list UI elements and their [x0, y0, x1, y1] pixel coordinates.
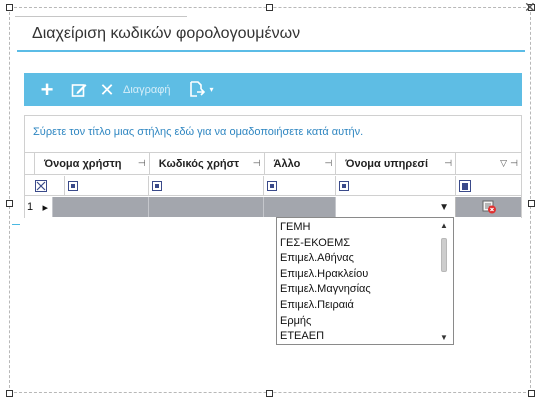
cell-actions[interactable]: [456, 197, 521, 217]
row-header[interactable]: 1 ▸: [25, 197, 53, 217]
pin-icon[interactable]: ⊣: [253, 158, 261, 169]
title-underline: [17, 50, 525, 52]
export-button[interactable]: ▾: [189, 81, 214, 98]
filter-row-selector[interactable]: [25, 176, 65, 195]
grid-toolbar: + ✕ Διαγραφή ▾: [24, 73, 522, 106]
cell-usercode[interactable]: [149, 197, 264, 217]
filter-operator-icon[interactable]: [152, 180, 162, 191]
filter-cell-service[interactable]: [336, 176, 456, 195]
current-row-indicator-icon: ▸: [42, 201, 48, 214]
list-item[interactable]: Επιμελ.Αθήνας: [280, 251, 371, 267]
pin-icon[interactable]: ⊣: [138, 158, 146, 169]
pin-icon[interactable]: ⊣: [444, 158, 452, 169]
list-item[interactable]: Ερμής: [280, 314, 371, 330]
filter-operator-icon[interactable]: [267, 180, 277, 191]
scrollbar-thumb[interactable]: [441, 238, 447, 272]
column-header-label: Κωδικός χρήστ: [158, 157, 240, 170]
resize-handle-bottom[interactable]: [266, 390, 273, 397]
resize-handle-top[interactable]: [266, 4, 273, 11]
list-item[interactable]: Επιμελ.Μαγνησίας: [280, 282, 371, 298]
filter-icon[interactable]: ▽: [500, 158, 507, 169]
cell-other[interactable]: [264, 197, 336, 217]
column-header-label: Όνομα χρήστη: [44, 157, 122, 170]
list-item[interactable]: Επιμελ.Πειραιά: [280, 298, 371, 314]
row-number: 1: [27, 201, 34, 213]
dropdown-scrollbar[interactable]: ▲ ▼: [436, 218, 453, 344]
pin-icon[interactable]: ⊣: [510, 158, 518, 169]
resize-handle-top-left[interactable]: [6, 4, 13, 11]
scroll-up-icon[interactable]: ▲: [440, 221, 448, 230]
scroll-down-icon[interactable]: ▼: [440, 333, 448, 342]
filter-cell-actions[interactable]: [456, 176, 521, 195]
filter-operator-icon[interactable]: [68, 180, 78, 191]
column-header-usercode[interactable]: Κωδικός χρήστ ⊣: [150, 153, 265, 174]
data-grid: Σύρετε τον τίτλο μιας στήλης εδώ για να …: [24, 115, 522, 218]
pin-icon[interactable]: ⊣: [325, 158, 333, 169]
column-header-other[interactable]: Άλλο ⊣: [265, 153, 337, 174]
resize-handle-bottom-right[interactable]: [528, 390, 535, 397]
column-header-username[interactable]: Όνομα χρήστη ⊣: [35, 153, 150, 174]
column-header-label: Άλλο: [273, 157, 301, 170]
filter-cell-username[interactable]: [65, 176, 149, 195]
page-title: Διαχείριση κωδικών φορολογουμένων: [32, 25, 301, 42]
side-marker: [12, 224, 20, 225]
column-header-label: Όνομα υπηρεσί: [345, 157, 428, 170]
cell-username[interactable]: [53, 197, 149, 217]
filter-cell-other[interactable]: [264, 176, 336, 195]
chevron-down-icon[interactable]: ▼: [439, 202, 449, 213]
filter-settings-icon: [459, 179, 471, 192]
clear-filter-icon: [35, 179, 47, 192]
close-icon[interactable]: ✕: [524, 0, 536, 16]
resize-handle-right[interactable]: [528, 200, 535, 207]
list-item[interactable]: ΓΕΜΗ: [280, 220, 371, 236]
list-item[interactable]: ΕΤΕΑΕΠ: [280, 329, 371, 345]
edit-icon[interactable]: [69, 82, 89, 98]
add-icon[interactable]: +: [37, 78, 57, 101]
table-row[interactable]: 1 ▸ ▼: [25, 197, 521, 217]
column-header-service[interactable]: Όνομα υπηρεσί ⊣: [336, 153, 457, 174]
service-dropdown-list[interactable]: ΓΕΜΗ ΓΕΣ-ΕΚΟΕΜΣ Επιμελ.Αθήνας Επιμελ.Ηρα…: [276, 217, 454, 345]
header-indicator: [25, 153, 35, 174]
delete-button-label[interactable]: Διαγραφή: [123, 84, 171, 96]
delete-row-icon: [482, 200, 496, 214]
service-select[interactable]: ▼: [336, 197, 456, 217]
list-item[interactable]: Επιμελ.Ηρακλείου: [280, 267, 371, 283]
filter-cell-usercode[interactable]: [149, 176, 264, 195]
filter-row: [25, 176, 521, 196]
delete-icon[interactable]: ✕: [97, 81, 117, 99]
list-item[interactable]: ΓΕΣ-ΕΚΟΕΜΣ: [280, 236, 371, 252]
column-header-actions[interactable]: ▽ ⊣: [456, 153, 521, 174]
filter-operator-icon[interactable]: [339, 180, 349, 191]
grid-header-row: Όνομα χρήστη ⊣ Κωδικός χρήστ ⊣ Άλλο ⊣ Όν…: [25, 152, 521, 175]
group-by-panel[interactable]: Σύρετε τον τίτλο μιας στήλης εδώ για να …: [33, 126, 363, 138]
tab-strip-line: [15, 16, 187, 17]
resize-handle-left[interactable]: [6, 200, 13, 207]
chevron-down-icon[interactable]: ▾: [210, 85, 214, 94]
export-icon: [189, 81, 205, 97]
resize-handle-bottom-left[interactable]: [6, 390, 13, 397]
